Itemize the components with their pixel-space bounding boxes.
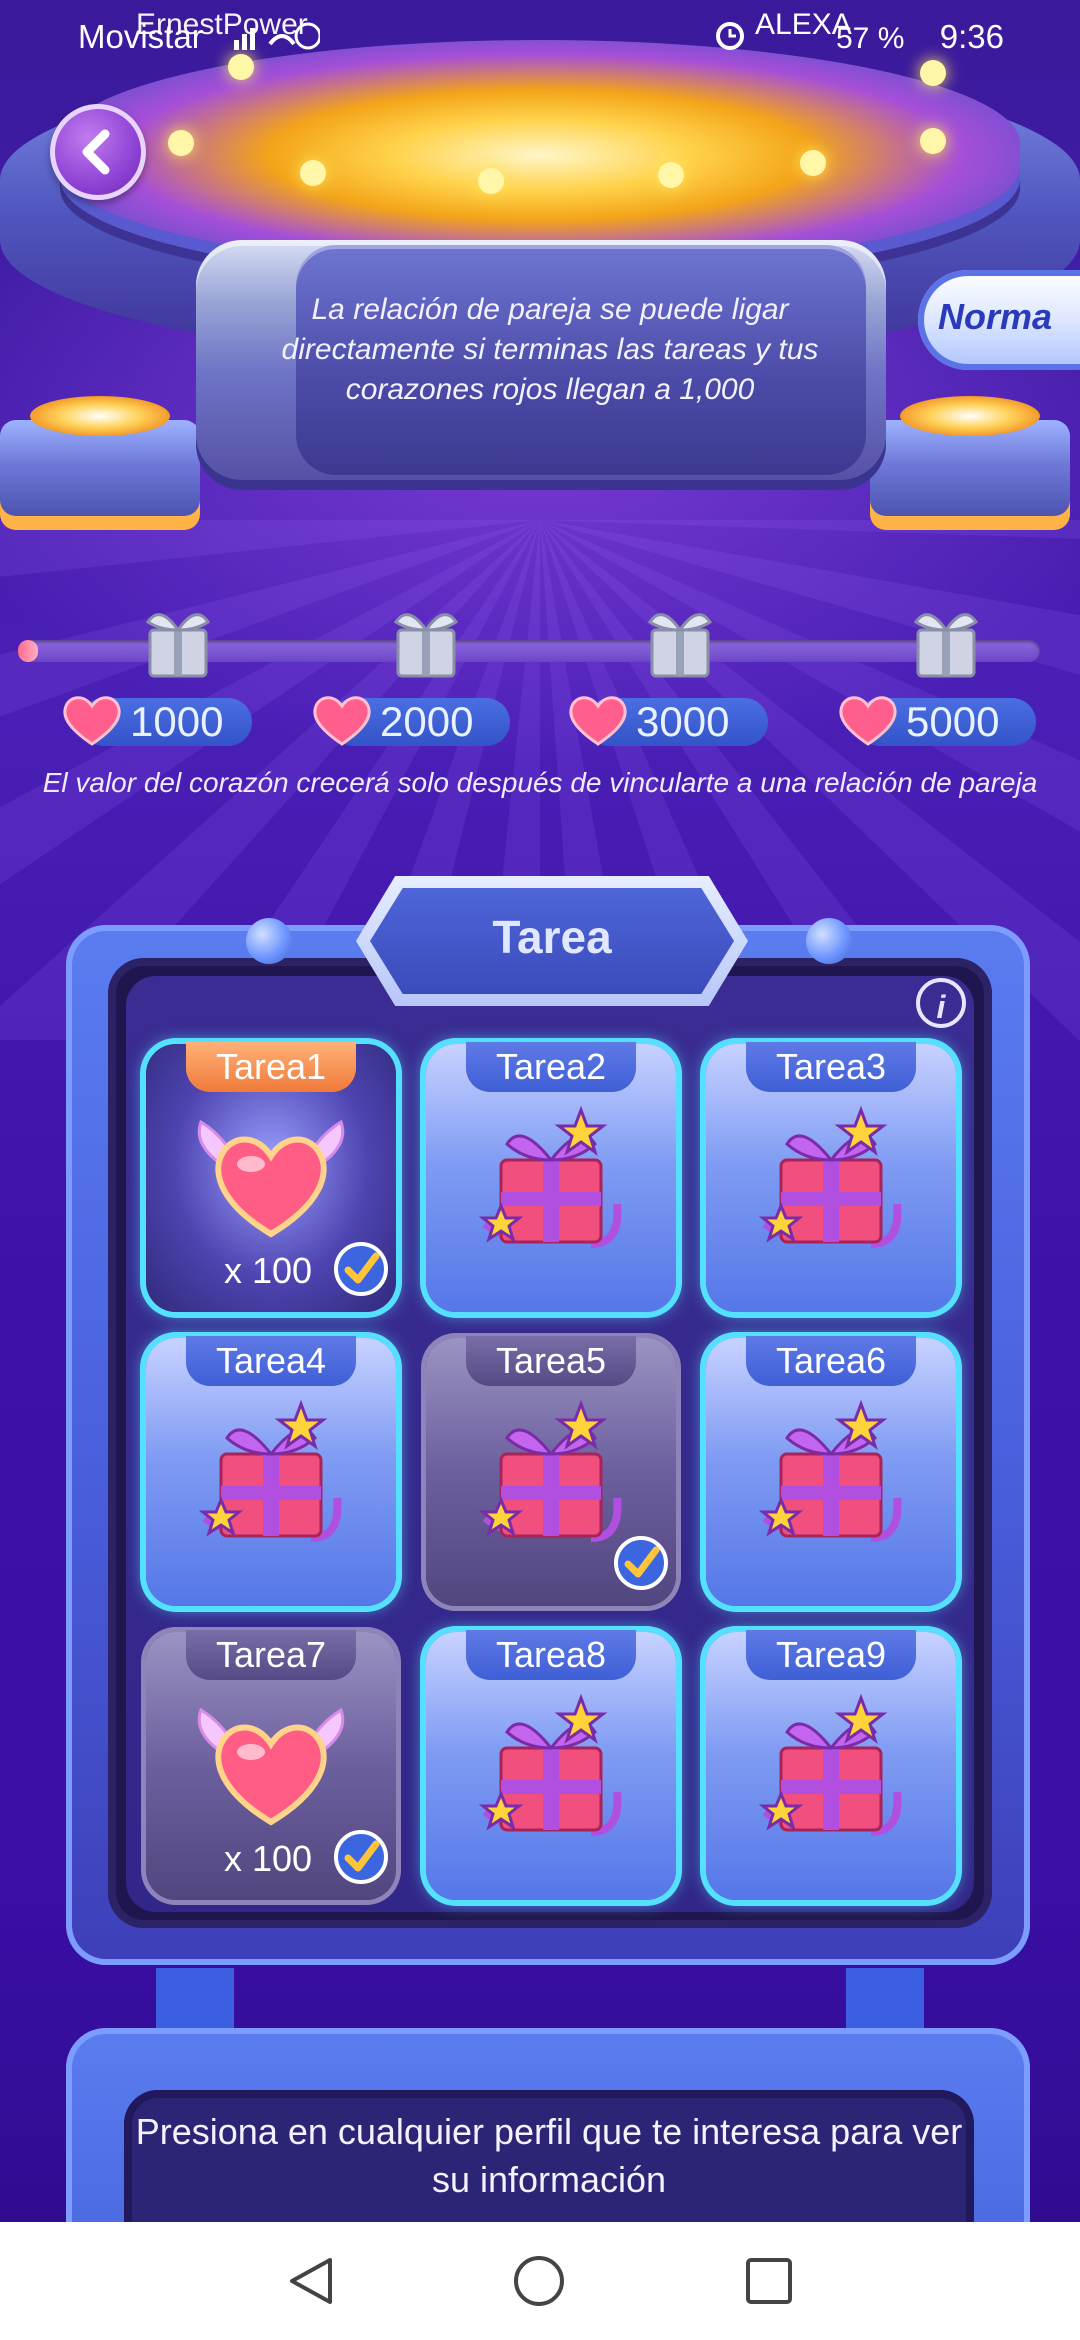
gift-box-icon	[471, 1692, 631, 1847]
milestone-badge: 1000	[63, 696, 252, 746]
system-nav-bar	[0, 2222, 1080, 2340]
milestone-gift-icon[interactable]	[632, 600, 728, 680]
task-card-5[interactable]: Tarea5	[426, 1336, 676, 1606]
stage-bulb	[920, 128, 946, 154]
milestone-badge: 2000	[313, 696, 510, 746]
gift-box-icon	[751, 1104, 911, 1259]
milestone-badge: 3000	[569, 696, 768, 746]
completed-check-icon	[332, 1828, 390, 1891]
task-label: Tarea1	[186, 1042, 356, 1092]
task-board-title: Tarea	[492, 911, 612, 963]
task-card-3[interactable]: Tarea3	[706, 1042, 956, 1312]
reward-quantity: x 100	[224, 1250, 313, 1291]
back-button[interactable]	[50, 104, 146, 200]
task-card-7[interactable]: Tarea7 x 100	[146, 1630, 396, 1900]
profile-panel-instruction: Presiona en cualquier perfil que te inte…	[135, 2111, 963, 2200]
winged-heart-icon	[191, 1702, 351, 1837]
gift-box-icon	[751, 1398, 911, 1553]
milestone-gift-icon[interactable]	[378, 600, 474, 680]
milestone-value: 5000	[906, 698, 1000, 745]
heart-icon	[836, 692, 900, 758]
gift-box-icon	[751, 1692, 911, 1847]
milestone-value: 1000	[130, 698, 224, 745]
milestone-gift-icon[interactable]	[130, 600, 226, 680]
task-card-6[interactable]: Tarea6	[706, 1336, 956, 1606]
right-pedestal	[870, 396, 1070, 530]
task-label: Tarea2	[466, 1042, 636, 1092]
board-knob	[806, 918, 852, 964]
winged-heart-icon	[191, 1114, 351, 1249]
stage-bulb	[300, 160, 326, 186]
gift-box-icon	[471, 1398, 631, 1553]
chevron-left-icon	[82, 129, 110, 175]
gift-box-icon	[471, 1104, 631, 1259]
milestone-value: 3000	[636, 698, 730, 745]
milestone-gift-icon[interactable]	[898, 600, 994, 680]
signal-icon	[230, 16, 322, 60]
gift-box-icon	[191, 1398, 351, 1553]
nav-home-icon[interactable]	[510, 2252, 568, 2315]
task-card-9[interactable]: Tarea9	[706, 1630, 956, 1900]
task-card-1[interactable]: Tarea1 x 100	[146, 1042, 396, 1312]
task-label: Tarea4	[186, 1336, 356, 1386]
task-label: Tarea6	[746, 1336, 916, 1386]
stage-bulb	[168, 130, 194, 156]
clock: 9:36	[939, 18, 1004, 55]
task-label: Tarea8	[466, 1630, 636, 1680]
screen: La relación de pareja se puede ligar dir…	[0, 0, 1080, 2340]
task-label: Tarea5	[466, 1336, 636, 1386]
battery-level: 57 %	[836, 22, 905, 55]
left-pedestal	[0, 396, 200, 530]
board-knob	[246, 918, 292, 964]
task-card-2[interactable]: Tarea2	[426, 1042, 676, 1312]
heart-icon	[566, 692, 630, 758]
alarm-icon	[712, 16, 748, 60]
task-label: Tarea9	[746, 1630, 916, 1680]
completed-check-icon	[332, 1240, 390, 1303]
status-bar: Movistar ErnestPower ALEXA 57 % 9:36	[0, 0, 1080, 72]
task-label: Tarea7	[186, 1630, 356, 1680]
stage-bulb	[800, 150, 826, 176]
task-card-8[interactable]: Tarea8	[426, 1630, 676, 1900]
nav-back-icon[interactable]	[282, 2252, 340, 2315]
stage-bulb	[658, 162, 684, 188]
couple-link-notice: La relación de pareja se puede ligar dir…	[281, 293, 819, 406]
stage-spotlight	[60, 40, 1020, 270]
completed-check-icon	[612, 1534, 670, 1597]
heart-icon	[60, 692, 124, 758]
milestone-value: 2000	[380, 698, 474, 745]
mode-button-label: Norma	[938, 296, 1053, 337]
heart-icon	[310, 692, 374, 758]
nav-recents-icon[interactable]	[740, 2252, 798, 2315]
stage-bulb	[478, 168, 504, 194]
task-card-4[interactable]: Tarea4	[146, 1336, 396, 1606]
mode-button[interactable]: Norma	[918, 270, 1080, 370]
reward-quantity: x 100	[224, 1838, 313, 1879]
milestone-badge: 5000	[839, 696, 1036, 746]
heart-value-hint: El valor del corazón crecerá solo despué…	[42, 767, 1038, 798]
info-icon[interactable]: i	[916, 978, 966, 1028]
task-label: Tarea3	[746, 1042, 916, 1092]
heart-progress-fill	[18, 640, 39, 662]
